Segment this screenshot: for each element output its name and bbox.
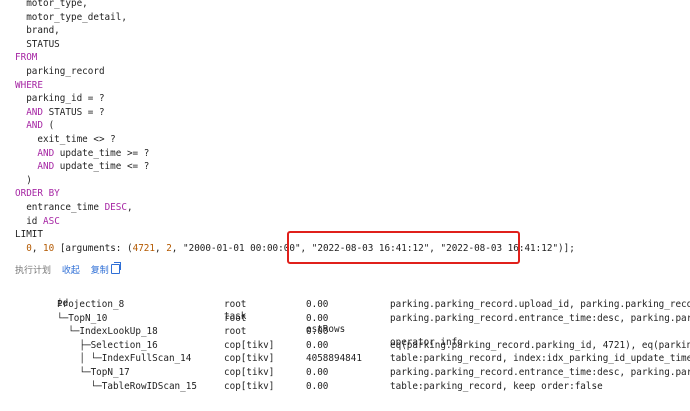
- plan-cell-id: └─IndexLookUp_18: [57, 326, 158, 338]
- sql-line: parking_id = ?: [15, 92, 105, 105]
- plan-cell-operator-info: parking.parking_record.entrance_time:des…: [390, 367, 690, 378]
- sql-token: entrance_time: [15, 202, 105, 213]
- sql-line: motor_type_detail,: [15, 11, 127, 24]
- plan-cell-estrows: 4058894841: [306, 353, 362, 365]
- sql-line: AND update_time >= ?: [15, 147, 149, 160]
- table-row: Projection_8 root 0.00 parking.parking_reco…: [0, 298, 690, 311]
- sql-line: ): [15, 174, 32, 187]
- plan-cell-operator-info: eq(parking.parking_record.parking_id, 47…: [390, 339, 690, 351]
- sql-token: AND: [26, 120, 43, 132]
- plan-cell-estrows: 0.00: [306, 299, 329, 310]
- sql-token: ORDER BY: [15, 188, 60, 200]
- sql-token: 10: [43, 242, 55, 254]
- sql-token: FROM: [15, 52, 38, 64]
- sql-line: motor_type,: [15, 0, 88, 10]
- sql-token: LIMIT: [15, 229, 43, 241]
- sql-token: update_time <= ?: [54, 161, 150, 173]
- plan-cell-task: cop[tikv]: [224, 380, 275, 392]
- table-row: ├─Selection_16 cop[tikv] 0.00 eq(parking.pa…: [0, 339, 690, 352]
- table-row: │ └─IndexFullScan_14 cop[tikv] 4058894841 t…: [0, 352, 690, 365]
- plan-cell-estrows: 0.00: [306, 312, 329, 324]
- plan-cell-task: cop[tikv]: [224, 367, 275, 378]
- sql-token: STATUS: [15, 38, 60, 50]
- sql-token: parking_record: [15, 66, 105, 77]
- plan-cell-id: └─TableRowIDScan_15: [57, 380, 197, 392]
- plan-cell-operator-info: table:parking_record, keep order:false: [390, 380, 603, 392]
- sql-token: motor_type,: [15, 0, 88, 9]
- plan-cell-id: ├─Selection_16: [57, 339, 158, 351]
- plan-cell-operator-info: parking.parking_record.entrance_time:des…: [390, 312, 690, 324]
- sql-line: WHERE: [15, 79, 43, 92]
- table-row: └─TableRowIDScan_15 cop[tikv] 0.00 table:pa…: [0, 380, 690, 393]
- table-row: └─IndexLookUp_18 root 0.00: [0, 325, 690, 338]
- copy-button[interactable]: 复制: [90, 262, 121, 276]
- sql-token: id: [15, 215, 43, 227]
- sql-token: 4721: [132, 242, 155, 254]
- sql-line: parking_record: [15, 65, 105, 78]
- sql-token: exit_time <> ?: [15, 134, 116, 145]
- sql-line: AND (: [15, 119, 54, 132]
- sql-line: AND STATUS = ?: [15, 106, 105, 119]
- sql-token: )];: [558, 242, 575, 254]
- sql-token: parking_id = ?: [15, 93, 105, 105]
- table-row: └─TopN_17 cop[tikv] 0.00 parking.parking_re…: [0, 366, 690, 379]
- plan-cell-operator-info: table:parking_record, index:idx_parking_…: [390, 353, 690, 365]
- sql-token: DESC: [104, 202, 127, 213]
- plan-cell-task: cop[tikv]: [224, 339, 275, 351]
- sql-token: STATUS = ?: [43, 106, 105, 118]
- sql-line: AND update_time <= ?: [15, 160, 149, 173]
- sql-token: ,: [171, 242, 183, 254]
- sql-token: AND: [37, 147, 55, 159]
- plan-cell-operator-info: parking.parking_record.upload_id, parkin…: [390, 299, 690, 310]
- sql-line: entrance_time DESC,: [15, 201, 133, 214]
- sql-token: ): [15, 174, 32, 186]
- plan-cell-task: root: [224, 312, 247, 324]
- sql-token: ,: [31, 242, 44, 254]
- plan-cell-id: └─TopN_17: [57, 367, 130, 378]
- sql-token: [arguments: (: [54, 242, 133, 254]
- plan-cell-task: root: [224, 326, 247, 338]
- copy-icon: [110, 262, 121, 274]
- sql-token: "2000-01-01 00:00:00": [183, 242, 301, 254]
- sql-token: motor_type_detail,: [15, 11, 127, 23]
- execution-plan-bar: 执行计划 收起 复制: [15, 262, 128, 277]
- sql-token: ASC: [43, 215, 60, 227]
- sql-line: id ASC: [15, 215, 60, 228]
- plan-cell-task: root: [224, 299, 247, 310]
- sql-token: brand,: [15, 25, 60, 37]
- plan-cell-estrows: 0.00: [306, 367, 329, 378]
- sql-token: ,: [126, 202, 133, 213]
- sql-line: exit_time <> ?: [15, 133, 116, 146]
- plan-cell-estrows: 0.00: [306, 326, 329, 338]
- sql-token: update_time >= ?: [54, 147, 150, 159]
- table-row: └─TopN_10 root 0.00 parking.parking_record.…: [0, 312, 690, 325]
- plan-cell-estrows: 0.00: [306, 339, 329, 351]
- table-header-row: id task estRows operator info: [0, 284, 690, 348]
- sql-token: (: [43, 120, 55, 132]
- sql-line: FROM: [15, 51, 37, 64]
- plan-cell-id: Projection_8: [57, 299, 125, 310]
- plan-cell-estrows: 0.00: [306, 380, 329, 392]
- sql-line: STATUS: [15, 38, 60, 51]
- sql-line: LIMIT: [15, 228, 43, 241]
- plan-cell-task: cop[tikv]: [224, 353, 275, 365]
- sql-token: AND: [37, 161, 55, 173]
- sql-token: AND: [26, 106, 43, 118]
- plan-cell-id: │ └─IndexFullScan_14: [57, 353, 192, 365]
- sql-line: brand,: [15, 24, 60, 37]
- collapse-link[interactable]: 收起: [62, 266, 80, 276]
- sql-line: ORDER BY: [15, 187, 60, 200]
- sql-token: ,: [154, 242, 167, 254]
- plan-cell-id: └─TopN_10: [57, 312, 108, 324]
- sql-token: WHERE: [15, 79, 43, 91]
- highlight-annotation-box: [287, 231, 520, 264]
- copy-label: 复制: [90, 266, 109, 276]
- execution-plan-title: 执行计划: [15, 266, 52, 276]
